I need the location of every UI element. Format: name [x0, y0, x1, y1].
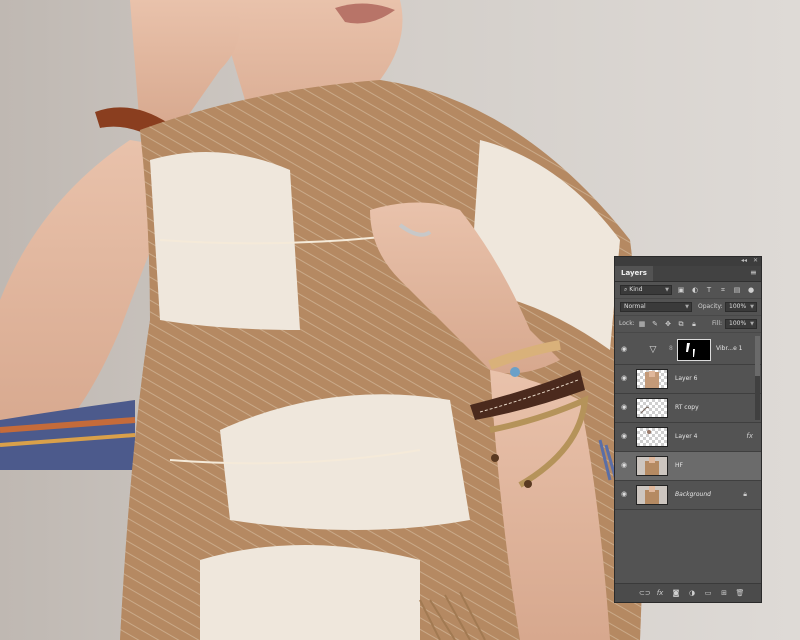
layer-name: HF — [675, 462, 683, 469]
lock-all-icon[interactable]: 🔒︎ — [689, 319, 699, 329]
filter-toggle-icon[interactable]: ● — [746, 285, 756, 295]
blend-mode-value: Normal — [624, 303, 646, 310]
search-icon: ⌕ — [624, 286, 628, 293]
panel-tabbar: Layers ≡ — [615, 266, 761, 282]
filter-kind-select[interactable]: ⌕ Kind ▼ — [620, 285, 672, 295]
filter-kind-value: Kind — [629, 286, 643, 293]
tab-layers[interactable]: Layers — [615, 266, 653, 281]
layer-row-vibrance[interactable]: ◉ ▽ 8 Vibr...e 1 — [615, 336, 761, 365]
new-group-icon[interactable]: ▭ — [703, 588, 713, 598]
collapse-icon[interactable]: ◂◂ — [741, 257, 747, 264]
layer-row-layer-4[interactable]: ◉ Layer 4 fx — [615, 423, 761, 452]
blend-row: Normal ▼ Opacity: 100% ▼ — [615, 299, 761, 316]
link-layers-icon[interactable]: ⊂⊃ — [639, 588, 651, 598]
chevron-down-icon: ▼ — [750, 321, 754, 327]
link-chain-icon: 8 — [669, 345, 673, 352]
blend-mode-select[interactable]: Normal ▼ — [620, 302, 692, 312]
lock-transparent-icon[interactable]: ▦ — [637, 319, 647, 329]
layers-panel: ◂◂ ✕ Layers ≡ ⌕ Kind ▼ ▣ ◐ T ⌗ ▤ ● Norma… — [614, 256, 762, 603]
layer-thumbnail — [636, 427, 668, 447]
new-layer-icon[interactable]: ⊞ — [719, 588, 729, 598]
layer-name: Background — [675, 491, 711, 498]
panel-menu-icon[interactable]: ≡ — [750, 269, 758, 277]
vibrance-adjustment-icon: ▽ — [649, 345, 657, 355]
lock-icon[interactable]: 🔒︎ — [743, 490, 747, 499]
add-style-icon[interactable]: fx — [655, 588, 665, 598]
new-adjustment-icon[interactable]: ◑ — [687, 588, 697, 598]
layers-scrollbar[interactable] — [755, 336, 760, 420]
eye-icon[interactable]: ◉ — [621, 375, 630, 382]
lock-label: Lock: — [619, 320, 635, 327]
eye-icon[interactable]: ◉ — [621, 462, 630, 469]
eye-icon[interactable]: ◉ — [621, 346, 630, 353]
fill-value: 100% — [729, 320, 747, 327]
eye-icon[interactable]: ◉ — [621, 404, 630, 411]
chevron-down-icon: ▼ — [750, 304, 754, 310]
delete-layer-icon[interactable]: 🗑︎ — [735, 588, 745, 598]
fill-input[interactable]: 100% ▼ — [725, 319, 757, 329]
layer-name: Vibr...e 1 — [716, 345, 743, 352]
opacity-label: Opacity: — [698, 303, 723, 310]
filter-row: ⌕ Kind ▼ ▣ ◐ T ⌗ ▤ ● — [615, 282, 761, 299]
layer-thumbnail — [636, 369, 668, 389]
close-icon[interactable]: ✕ — [753, 257, 758, 264]
opacity-value: 100% — [729, 303, 747, 310]
filter-shape-icon[interactable]: ⌗ — [718, 285, 728, 295]
layer-row-hf[interactable]: ◉ HF — [615, 452, 761, 481]
layer-thumbnail — [636, 456, 668, 476]
lock-brush-icon[interactable]: ✎ — [650, 319, 660, 329]
layer-thumbnail — [636, 398, 668, 418]
lock-row: Lock: ▦ ✎ ✥ ⧉ 🔒︎ Fill: 100% ▼ — [615, 316, 761, 333]
opacity-input[interactable]: 100% ▼ — [725, 302, 757, 312]
layer-row-rt-copy[interactable]: ◉ RT copy — [615, 394, 761, 423]
layer-name: Layer 6 — [675, 375, 698, 382]
eye-icon[interactable]: ◉ — [621, 433, 630, 440]
chevron-down-icon: ▼ — [665, 287, 669, 293]
layer-row-layer-6[interactable]: ◉ Layer 6 — [615, 365, 761, 394]
chevron-down-icon: ▼ — [685, 304, 689, 310]
layer-mask-thumbnail[interactable] — [677, 339, 711, 361]
add-mask-icon[interactable]: ◙ — [671, 588, 681, 598]
filter-smartobject-icon[interactable]: ▤ — [732, 285, 742, 295]
layer-name: Layer 4 — [675, 433, 698, 440]
filter-pixel-icon[interactable]: ▣ — [676, 285, 686, 295]
panel-titlebar: ◂◂ ✕ — [615, 257, 761, 266]
fill-label: Fill: — [712, 320, 723, 327]
lock-artboard-icon[interactable]: ⧉ — [676, 319, 686, 329]
layers-list: ◉ ▽ 8 Vibr...e 1 ◉ Layer 6 ◉ RT copy ◉ L… — [615, 336, 761, 510]
panel-bottom-toolbar: ⊂⊃ fx ◙ ◑ ▭ ⊞ 🗑︎ — [615, 583, 761, 602]
filter-adjustment-icon[interactable]: ◐ — [690, 285, 700, 295]
layer-thumbnail — [636, 485, 668, 505]
layer-effects-icon[interactable]: fx — [746, 432, 753, 440]
eye-icon[interactable]: ◉ — [621, 491, 630, 498]
layer-row-background[interactable]: ◉ Background 🔒︎ — [615, 481, 761, 510]
filter-type-icon[interactable]: T — [704, 285, 714, 295]
layer-name: RT copy — [675, 404, 699, 411]
lock-move-icon[interactable]: ✥ — [663, 319, 673, 329]
scrollbar-thumb[interactable] — [755, 336, 760, 376]
